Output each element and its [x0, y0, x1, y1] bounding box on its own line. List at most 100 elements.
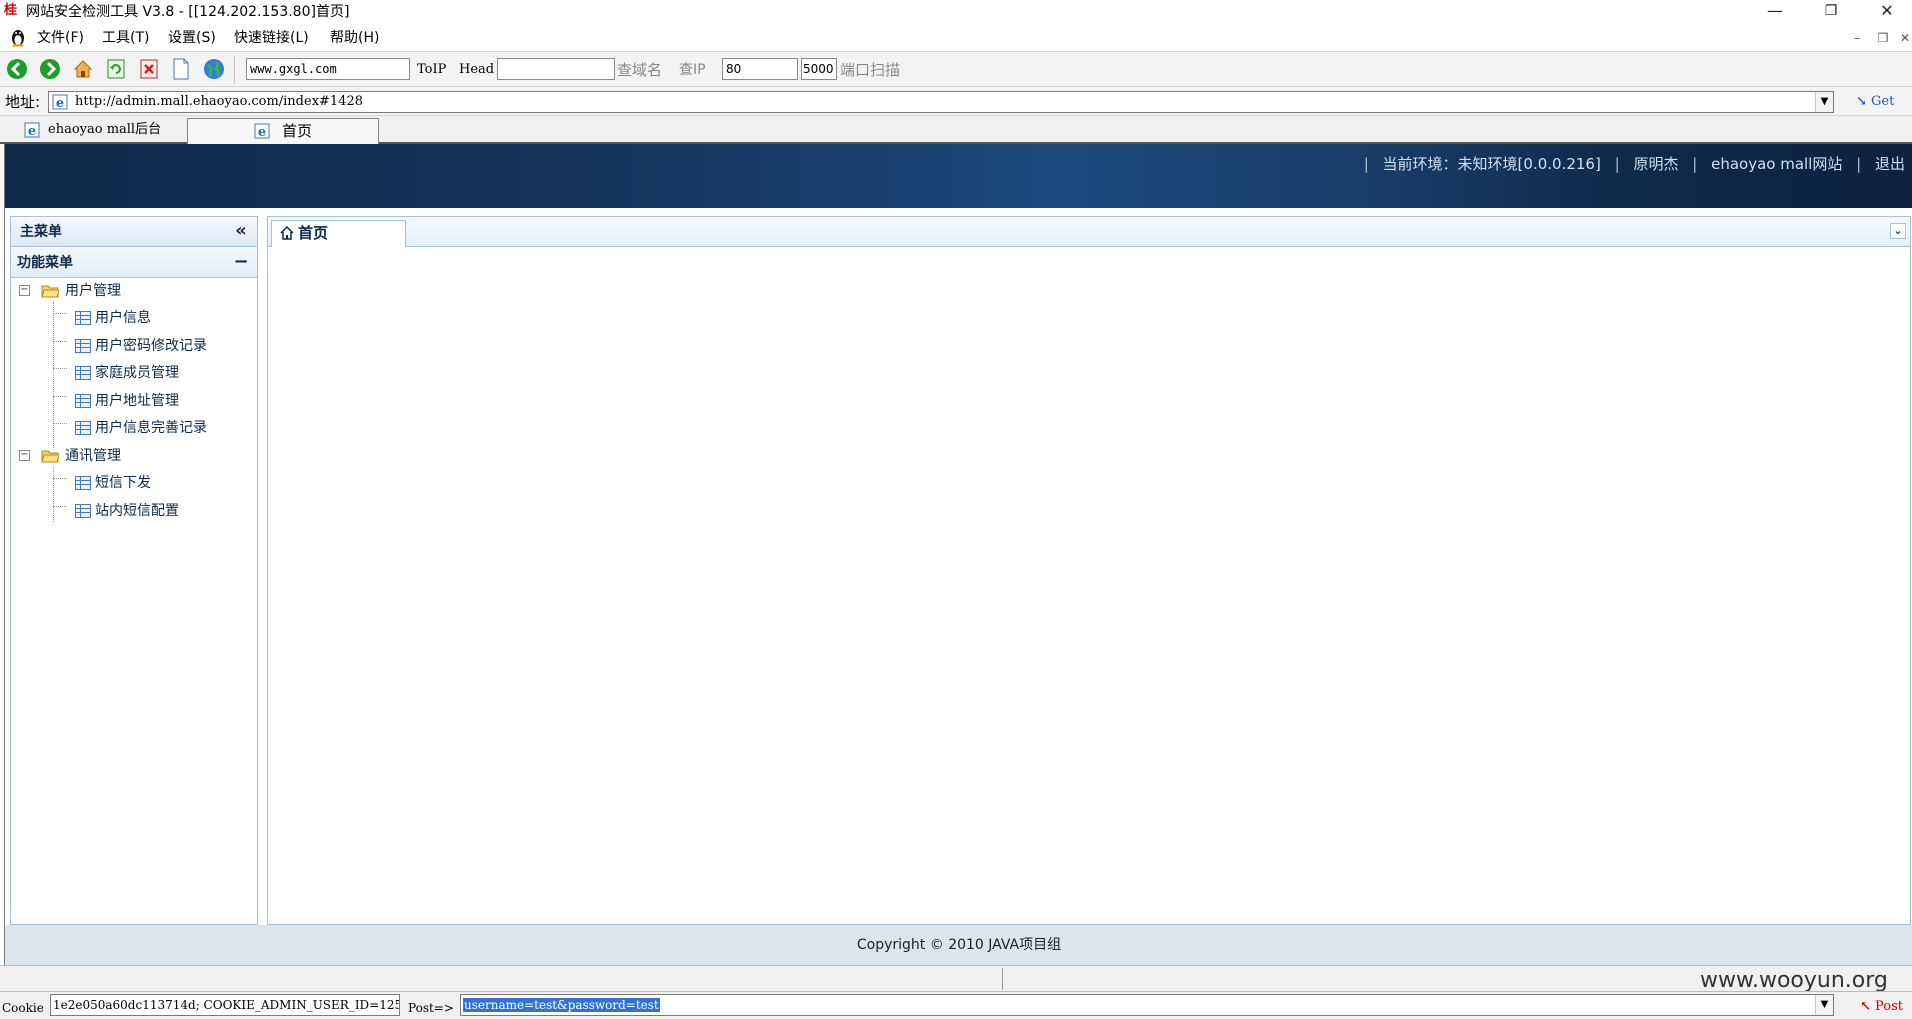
post-dropdown-icon[interactable]: ▼ — [1815, 995, 1833, 1015]
tab-scroll-icon[interactable]: ⌄ — [1890, 223, 1906, 239]
menu-item-label: 家庭成员管理 — [95, 365, 179, 381]
go-arrow-icon: ↘ — [1856, 94, 1867, 109]
main-menu-header: 主菜单 « — [11, 217, 257, 247]
mdi-restore-button[interactable]: ❐ — [1874, 29, 1892, 47]
address-input[interactable]: e http://admin.mall.ehaoyao.com/index#14… — [48, 91, 1834, 113]
tree-toggle-icon[interactable]: − — [19, 285, 30, 296]
status-bar: www.wooyun.org — [0, 965, 1912, 993]
penguin-icon — [12, 30, 24, 47]
lookup-ip-button[interactable]: 查IP — [679, 60, 706, 80]
tree-group-messaging[interactable]: − 通讯管理 — [19, 445, 249, 467]
domain-input[interactable] — [246, 58, 410, 80]
menu-item-label: 用户密码修改记录 — [95, 338, 207, 354]
post-button[interactable]: ↖ Post — [1860, 997, 1912, 1017]
menu-item-user-address[interactable]: 用户地址管理 — [75, 390, 255, 412]
menu-item-user-info[interactable]: 用户信息 — [75, 307, 255, 329]
table-icon — [75, 421, 91, 435]
cookie-input[interactable]: 1e2e050a60dc113714d; COOKIE_ADMIN_USER_I… — [50, 994, 400, 1016]
menu-item-site-message-config[interactable]: 站内短信配置 — [75, 500, 255, 522]
lookup-domain-button[interactable]: 查域名 — [617, 60, 662, 80]
address-dropdown-icon[interactable]: ▼ — [1815, 92, 1833, 112]
post-data-input[interactable]: username=test&password=test ▼ — [460, 994, 1834, 1016]
table-icon — [75, 311, 91, 325]
post-arrow-icon: ↖ — [1860, 999, 1871, 1014]
table-icon — [75, 366, 91, 380]
tree-group-label: 通讯管理 — [65, 448, 121, 464]
collapse-icon[interactable]: « — [231, 221, 251, 241]
separator: | — [1692, 155, 1698, 173]
table-icon — [75, 339, 91, 353]
site-banner: | 当前环境：未知环境[0.0.0.216] | 原明杰 | ehaoyao m… — [5, 144, 1912, 208]
menu-tools[interactable]: 工具(T) — [102, 29, 149, 47]
window-titlebar: 桂 网站安全检测工具 V3.8 - [[124.202.153.80]首页] —… — [0, 0, 1912, 24]
window-title: 网站安全检测工具 V3.8 - [[124.202.153.80]首页] — [26, 4, 350, 20]
browser-tab-mall-admin[interactable]: e ehaoyao mall后台 — [20, 118, 186, 144]
forward-icon[interactable] — [39, 58, 61, 80]
head-input[interactable] — [497, 58, 615, 80]
minimize-button[interactable]: — — [1752, 0, 1798, 24]
refresh-icon[interactable] — [105, 58, 127, 80]
app-icon: 桂 — [4, 3, 18, 18]
menu-settings[interactable]: 设置(S) — [168, 29, 216, 47]
menu-file[interactable]: 文件(F) — [37, 29, 84, 47]
port-end-input[interactable] — [801, 58, 837, 80]
menu-item-label: 短信下发 — [95, 475, 151, 491]
back-icon[interactable] — [6, 58, 28, 80]
menu-bar: 文件(F) 工具(T) 设置(S) 快速链接(L) 帮助(H) – ❐ ✕ — [0, 24, 1912, 51]
menu-help[interactable]: 帮助(H) — [330, 29, 379, 47]
browser-tab-bar: e ehaoyao mall后台 e 首页 — [0, 116, 1912, 145]
new-page-icon[interactable] — [172, 58, 190, 80]
close-button[interactable]: ✕ — [1864, 0, 1910, 24]
banner-links: | 当前环境：未知环境[0.0.0.216] | 原明杰 | ehaoyao m… — [1355, 154, 1905, 174]
address-url: http://admin.mall.ehaoyao.com/index#1428 — [75, 94, 364, 109]
user-name[interactable]: 原明杰 — [1633, 155, 1678, 173]
head-label: Head — [459, 62, 495, 77]
function-menu-header[interactable]: 功能菜单 − — [11, 248, 257, 278]
stop-icon[interactable] — [138, 58, 160, 80]
section-collapse-icon[interactable]: − — [233, 252, 249, 272]
svg-text:e: e — [258, 125, 266, 139]
browser-tab-home[interactable]: e 首页 — [187, 118, 379, 145]
page-footer: Copyright © 2010 JAVA项目组 — [5, 925, 1912, 965]
content-tab-home[interactable]: 首页 — [271, 220, 406, 247]
address-label: 地址: — [5, 93, 41, 111]
request-bar: Cookie 1e2e050a60dc113714d; COOKIE_ADMIN… — [0, 991, 1912, 1019]
get-button[interactable]: ↘ Get — [1856, 91, 1912, 113]
mdi-close-button[interactable]: ✕ — [1896, 29, 1912, 47]
home-icon — [280, 226, 294, 240]
menu-quick-links[interactable]: 快速链接(L) — [234, 29, 309, 47]
content-tab-bar: 首页 ⌄ — [268, 217, 1910, 247]
menu-item-sms-send[interactable]: 短信下发 — [75, 472, 255, 494]
tree-toggle-icon[interactable]: − — [19, 450, 30, 461]
menu-item-family-members[interactable]: 家庭成员管理 — [75, 362, 255, 384]
svg-text:e: e — [56, 96, 64, 110]
web-content: | 当前环境：未知环境[0.0.0.216] | 原明杰 | ehaoyao m… — [4, 144, 1912, 965]
menu-item-profile-completion[interactable]: 用户信息完善记录 — [75, 417, 255, 439]
table-icon — [75, 394, 91, 408]
svg-text:e: e — [28, 124, 36, 138]
menu-item-label: 用户地址管理 — [95, 393, 179, 409]
folder-icon — [41, 285, 59, 298]
home-icon[interactable] — [72, 58, 94, 80]
globe-icon[interactable] — [203, 58, 225, 80]
table-icon — [75, 504, 91, 518]
menu-item-label: 用户信息 — [95, 310, 151, 326]
menu-item-password-log[interactable]: 用户密码修改记录 — [75, 335, 255, 357]
site-link[interactable]: ehaoyao mall网站 — [1711, 155, 1842, 173]
port-scan-button[interactable]: 端口扫描 — [840, 60, 900, 80]
get-label: Get — [1871, 94, 1895, 109]
status-divider — [1002, 968, 1003, 990]
toip-label[interactable]: ToIP — [417, 61, 446, 79]
port-start-input[interactable] — [722, 58, 798, 80]
restore-button[interactable]: ❐ — [1808, 0, 1854, 24]
tree-group-user-management[interactable]: − 用户管理 — [19, 280, 249, 302]
logout-link[interactable]: 退出 — [1875, 155, 1905, 173]
tree-group-label: 用户管理 — [65, 283, 121, 299]
toolbar: ToIP Head 查域名 查IP 端口扫描 — [0, 51, 1912, 87]
environment-info: 当前环境：未知环境[0.0.0.216] — [1382, 155, 1601, 173]
mdi-minimize-button[interactable]: – — [1848, 29, 1866, 47]
function-menu-title: 功能菜单 — [17, 255, 73, 271]
browser-tab-label: ehaoyao mall后台 — [48, 122, 162, 137]
main-content-panel: 首页 ⌄ — [267, 216, 1911, 925]
menu-item-label: 用户信息完善记录 — [95, 420, 207, 436]
